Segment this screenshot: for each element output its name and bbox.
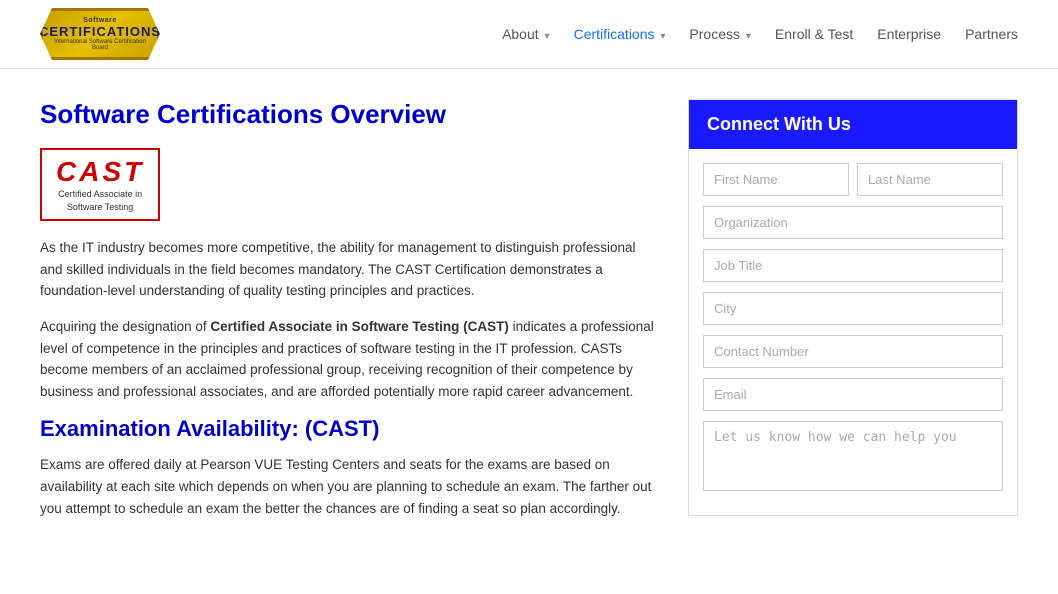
connect-box: Connect With Us [688, 99, 1018, 516]
chevron-down-icon: ▾ [746, 31, 751, 42]
message-row [703, 421, 1003, 491]
nav-item-certifications[interactable]: Certifications ▾ [574, 26, 666, 42]
nav-item-partners[interactable]: Partners [965, 26, 1018, 42]
cast-logo: CAST Certified Associate in Software Tes… [40, 148, 160, 221]
cast-sub-line2: Software Testing [67, 201, 133, 214]
city-input[interactable] [703, 292, 1003, 325]
connect-sidebar: Connect With Us [688, 99, 1018, 533]
exam-section-title: Examination Availability: (CAST) [40, 416, 658, 442]
main-layout: Software Certifications Overview CAST Ce… [0, 69, 1058, 563]
first-name-input[interactable] [703, 163, 849, 196]
paragraph-2: Acquiring the designation of Certified A… [40, 316, 658, 402]
email-row [703, 378, 1003, 411]
chevron-down-icon: ▾ [545, 31, 550, 42]
cast-sub-line1: Certified Associate in [58, 188, 142, 201]
email-input[interactable] [703, 378, 1003, 411]
paragraph-2-prefix: Acquiring the designation of [40, 319, 210, 334]
paragraph-2-bold: Certified Associate in Software Testing … [210, 319, 509, 334]
logo-top-text: Software [83, 17, 117, 24]
contact-number-input[interactable] [703, 335, 1003, 368]
message-textarea[interactable] [703, 421, 1003, 491]
exam-paragraph: Exams are offered daily at Pearson VUE T… [40, 454, 658, 519]
nav-item-enroll-test[interactable]: Enroll & Test [775, 26, 853, 42]
connect-form [689, 149, 1017, 515]
organization-row [703, 206, 1003, 239]
nav-item-enterprise[interactable]: Enterprise [877, 26, 941, 42]
nav-item-about[interactable]: About ▾ [502, 26, 550, 42]
job-title-input[interactable] [703, 249, 1003, 282]
logo-main-text: CERTIFICATIONS [39, 24, 161, 39]
organization-input[interactable] [703, 206, 1003, 239]
paragraph-1: As the IT industry becomes more competit… [40, 237, 658, 302]
main-content: Software Certifications Overview CAST Ce… [40, 99, 658, 533]
header: Software CERTIFICATIONS International So… [0, 0, 1058, 69]
logo[interactable]: Software CERTIFICATIONS International So… [40, 8, 160, 60]
chevron-down-icon: ▾ [660, 31, 665, 42]
name-row [703, 163, 1003, 196]
logo-box: Software CERTIFICATIONS International So… [40, 8, 160, 60]
last-name-input[interactable] [857, 163, 1003, 196]
connect-header: Connect With Us [689, 100, 1017, 149]
cast-acronym: CAST [56, 156, 144, 188]
nav-item-process[interactable]: Process ▾ [689, 26, 751, 42]
contact-number-row [703, 335, 1003, 368]
logo-sub-text: International Software Certification Boa… [51, 39, 149, 51]
page-title: Software Certifications Overview [40, 99, 658, 130]
city-row [703, 292, 1003, 325]
main-nav: About ▾ Certifications ▾ Process ▾ Enrol… [502, 26, 1018, 42]
job-title-row [703, 249, 1003, 282]
